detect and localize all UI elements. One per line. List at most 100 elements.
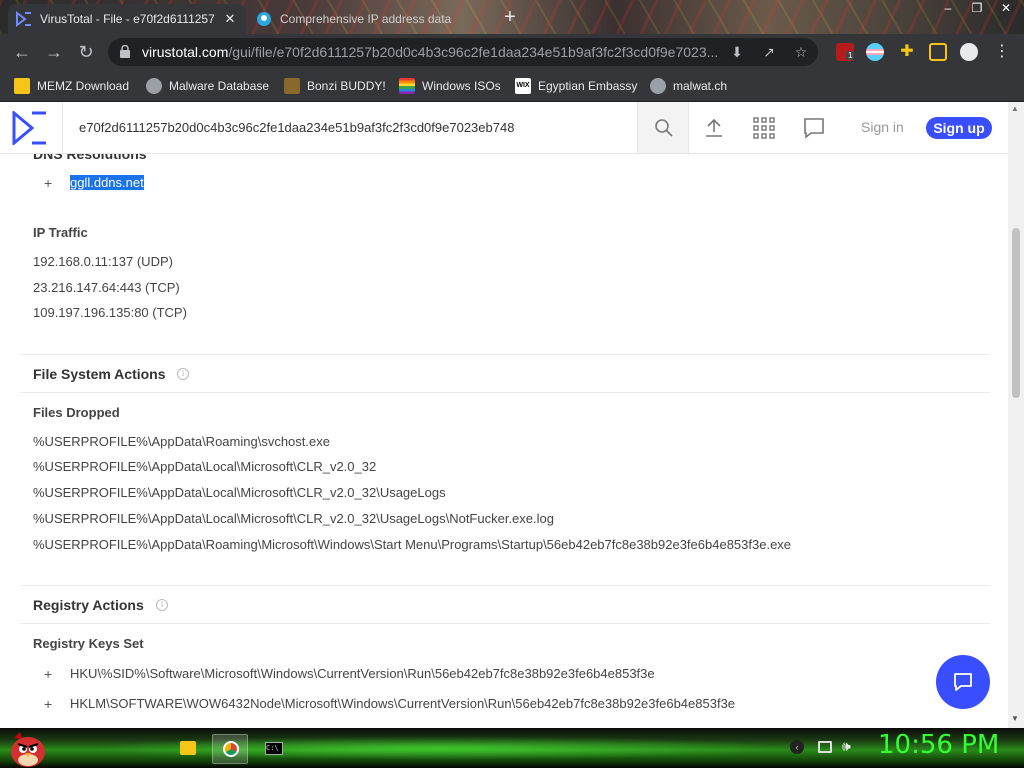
ip-traffic-item: 23.216.147.64:443 (TCP) xyxy=(33,280,180,295)
ublock-origin-icon[interactable]: 1 xyxy=(836,43,855,61)
tab-close-icon[interactable]: ✕ xyxy=(222,11,238,27)
registry-key-item[interactable]: HKU\%SID%\Software\Microsoft\Windows\Cur… xyxy=(70,666,655,681)
file-dropped-item: %USERPROFILE%\AppData\Roaming\Microsoft\… xyxy=(33,537,792,552)
start-button-angry-bird-icon[interactable] xyxy=(8,730,48,768)
file-dropped-item: %USERPROFILE%\AppData\Roaming\svchost.ex… xyxy=(33,434,330,449)
lock-icon xyxy=(120,45,130,58)
side-panel-icon[interactable] xyxy=(929,43,947,61)
sign-up-button[interactable]: Sign up xyxy=(926,117,992,139)
forward-arrow-icon[interactable]: → xyxy=(42,40,66,64)
reload-icon[interactable]: ↻ xyxy=(74,40,98,64)
tab-title: VirusTotal - File - e70f2d6111257 xyxy=(40,12,215,26)
bookmark-malwatch[interactable]: malwat.ch xyxy=(650,77,727,95)
url-path: /gui/file/e70f2d6111257b20d0c4b3c96c2fe1… xyxy=(228,44,717,60)
volume-icon[interactable]: 🕪 xyxy=(842,738,851,755)
new-tab-button[interactable]: + xyxy=(498,6,522,30)
wix-icon: WIX xyxy=(515,78,531,94)
section-divider xyxy=(20,623,990,624)
bookmark-malware-database[interactable]: Malware Database xyxy=(146,77,269,95)
bookmark-label: malwat.ch xyxy=(673,79,728,93)
virustotal-header: e70f2d6111257b20d0c4b3c96c2fe1daa234e51b… xyxy=(0,102,1008,154)
extensions-puzzle-icon[interactable]: ✚ xyxy=(898,43,916,61)
expand-plus-icon[interactable]: + xyxy=(44,696,52,712)
browser-menu-icon[interactable]: ⋮ xyxy=(993,43,1011,61)
globe-icon xyxy=(146,78,162,94)
apps-grid-icon[interactable] xyxy=(752,116,776,140)
minimize-button[interactable]: – xyxy=(934,0,962,18)
section-divider xyxy=(20,392,990,393)
scroll-down-arrow-icon[interactable]: ▼ xyxy=(1011,714,1019,723)
search-icon xyxy=(655,119,673,137)
search-button[interactable] xyxy=(637,102,689,153)
registry-actions-heading: Registry Actions xyxy=(33,597,144,613)
bonzi-icon xyxy=(284,78,300,94)
chrome-icon xyxy=(223,741,239,757)
expand-plus-icon[interactable]: + xyxy=(44,666,52,682)
taskbar-chrome[interactable] xyxy=(212,734,248,764)
registry-keys-set-heading: Registry Keys Set xyxy=(33,636,144,651)
info-icon[interactable]: i xyxy=(177,368,189,380)
back-arrow-icon[interactable]: ← xyxy=(10,40,34,64)
globe-icon xyxy=(650,78,666,94)
registry-key-item[interactable]: HKLM\SOFTWARE\WOW6432Node\Microsoft\Wind… xyxy=(70,696,735,711)
taskbar-file-explorer[interactable] xyxy=(170,734,206,764)
bookmark-windows-isos[interactable]: Windows ISOs xyxy=(399,77,501,95)
ip-traffic-item: 192.168.0.11:137 (UDP) xyxy=(33,254,173,269)
url-host: virustotal.com xyxy=(142,44,229,60)
tab-virustotal[interactable]: VirusTotal - File - e70f2d6111257 ✕ xyxy=(8,4,246,34)
folder-icon xyxy=(180,741,196,755)
search-input[interactable]: e70f2d6111257b20d0c4b3c96c2fe1daa234e51b… xyxy=(62,102,637,153)
file-dropped-item: %USERPROFILE%\AppData\Local\Microsoft\CL… xyxy=(33,511,554,526)
bookmark-label: Windows ISOs xyxy=(422,79,501,93)
extension-badge: 1 xyxy=(846,51,855,60)
maximize-button[interactable]: ❐ xyxy=(963,0,991,18)
bookmark-memz[interactable]: MEMZ Download xyxy=(14,77,129,95)
install-app-icon[interactable]: ⬇ xyxy=(728,43,746,61)
bookmark-bonzi-buddy[interactable]: Bonzi BUDDY! xyxy=(284,77,386,95)
taskbar-clock[interactable]: 10:56 PM xyxy=(878,730,999,760)
bookmarks-bar: MEMZ Download Malware Database Bonzi BUD… xyxy=(0,70,1024,102)
chat-button[interactable] xyxy=(936,655,990,709)
dns-item[interactable]: ggll.ddns.net xyxy=(70,175,144,190)
screen: VirusTotal - File - e70f2d6111257 ✕ Comp… xyxy=(0,0,1024,768)
taskbar: C:\ ‹ 🕪 10:56 PM xyxy=(0,728,1024,768)
virustotal-logo-icon[interactable] xyxy=(12,111,48,145)
ip-traffic-item: 109.197.196.135:80 (TCP) xyxy=(33,305,187,320)
comment-icon[interactable] xyxy=(802,116,826,140)
bookmark-egyptian-embassy[interactable]: WIX Egyptian Embassy xyxy=(515,77,637,95)
info-icon[interactable]: i xyxy=(156,599,168,611)
virustotal-favicon-icon xyxy=(16,11,31,27)
behavior-content: DNS Resolutions + ggll.ddns.net IP Traff… xyxy=(0,154,1008,728)
cmd-icon: C:\ xyxy=(265,742,283,755)
files-dropped-heading: Files Dropped xyxy=(33,405,120,420)
rainbow-flag-icon xyxy=(399,78,415,94)
bookmark-label: Malware Database xyxy=(169,79,270,93)
scroll-up-arrow-icon[interactable]: ▲ xyxy=(1011,104,1019,113)
sign-in-link[interactable]: Sign in xyxy=(861,119,904,135)
file-dropped-item: %USERPROFILE%\AppData\Local\Microsoft\CL… xyxy=(33,485,446,500)
profile-avatar-icon[interactable] xyxy=(960,43,978,61)
browser-toolbar: ← → ↻ virustotal.com/gui/file/e70f2d6111… xyxy=(0,34,1024,70)
memz-icon xyxy=(14,78,30,94)
window-close-button[interactable]: ✕ xyxy=(992,0,1020,18)
upload-icon[interactable] xyxy=(702,116,726,140)
page-scrollbar[interactable]: ▲ ▼ xyxy=(1008,102,1024,728)
share-icon[interactable]: ↗ xyxy=(760,43,778,61)
network-icon[interactable] xyxy=(818,741,832,753)
scrollbar-thumb[interactable] xyxy=(1012,228,1020,398)
address-bar[interactable]: virustotal.com/gui/file/e70f2d6111257b20… xyxy=(108,38,818,66)
tab-ip-data[interactable]: Comprehensive IP address data xyxy=(248,4,488,34)
show-hidden-icons-button[interactable]: ‹ xyxy=(790,740,804,754)
dns-resolutions-heading: DNS Resolutions xyxy=(33,154,147,162)
profile-flag-icon[interactable] xyxy=(866,43,884,61)
section-divider xyxy=(20,354,990,355)
bookmark-label: Egyptian Embassy xyxy=(538,79,638,93)
bookmark-label: Bonzi BUDDY! xyxy=(307,79,386,93)
taskbar-command-prompt[interactable]: C:\ xyxy=(256,734,292,764)
dns-item-text: ggll.ddns.net xyxy=(70,175,144,190)
search-input-value: e70f2d6111257b20d0c4b3c96c2fe1daa234e51b… xyxy=(79,120,515,135)
expand-plus-icon[interactable]: + xyxy=(44,175,52,191)
bookmark-star-icon[interactable]: ☆ xyxy=(792,43,810,61)
chat-bubble-icon xyxy=(954,673,972,691)
section-divider xyxy=(20,585,990,586)
